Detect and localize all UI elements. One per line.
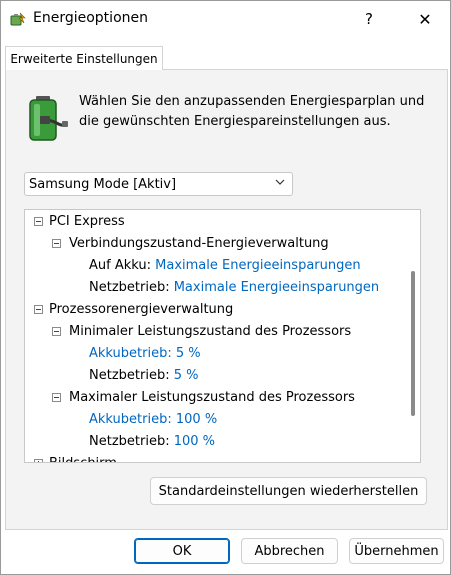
help-button[interactable]: ?: [349, 1, 389, 37]
energy-options-dialog: Energieoptionen ? ✕ Erweiterte Einstellu…: [0, 0, 451, 575]
tree-item-display[interactable]: Bildschirm: [49, 454, 117, 462]
setting-value-link[interactable]: 100 %: [176, 412, 217, 427]
close-button[interactable]: ✕: [405, 1, 445, 37]
setting-label: Akkubetrieb:: [89, 412, 172, 427]
chevron-down-icon: [275, 179, 285, 185]
restore-defaults-button[interactable]: Standardeinstellungen wiederherstellen: [150, 477, 427, 505]
collapse-icon[interactable]: [34, 305, 43, 314]
setting-label: Netzbetrieb:: [89, 280, 170, 295]
collapse-icon[interactable]: [52, 393, 61, 402]
title-bar: Energieoptionen ? ✕: [1, 1, 450, 37]
setting-label: Netzbetrieb:: [89, 434, 170, 449]
tree-item-link-state[interactable]: Verbindungszustand-Energieverwaltung: [69, 234, 329, 254]
setting-label: Auf Akku:: [89, 258, 152, 273]
tab-advanced-settings[interactable]: Erweiterte Einstellungen: [5, 46, 163, 70]
tree-setting-row[interactable]: Auf Akku: Maximale Energieeinsparungen: [89, 256, 361, 276]
setting-value-link[interactable]: Maximale Energieeinsparungen: [174, 280, 379, 295]
power-options-icon: [10, 12, 26, 26]
setting-label: Netzbetrieb:: [89, 368, 170, 383]
setting-value-link[interactable]: 100 %: [174, 434, 215, 449]
ok-button[interactable]: OK: [134, 538, 230, 564]
expand-icon[interactable]: [34, 459, 43, 462]
setting-label: Akkubetrieb:: [89, 346, 172, 361]
power-plan-value: Samsung Mode [Aktiv]: [29, 177, 177, 192]
tree-item-min-state[interactable]: Minimaler Leistungszustand des Prozessor…: [69, 322, 351, 342]
window-title: Energieoptionen: [33, 10, 148, 26]
tree-setting-row[interactable]: Akkubetrieb: 5 %: [89, 344, 201, 364]
collapse-icon[interactable]: [52, 327, 61, 336]
tree-scrollbar[interactable]: [411, 271, 415, 416]
tree-setting-row[interactable]: Netzbetrieb: 100 %: [89, 432, 215, 452]
settings-tree[interactable]: PCI Express Verbindungszustand-Energieve…: [24, 209, 421, 463]
setting-value-link[interactable]: 5 %: [174, 368, 199, 383]
tree-item-pci-express[interactable]: PCI Express: [49, 212, 125, 232]
cancel-button[interactable]: Abbrechen: [241, 538, 338, 564]
collapse-icon[interactable]: [52, 239, 61, 248]
tree-item-max-state[interactable]: Maximaler Leistungszustand des Prozessor…: [69, 388, 355, 408]
collapse-icon[interactable]: [34, 217, 43, 226]
tree-item-processor[interactable]: Prozessorenergieverwaltung: [49, 300, 233, 320]
power-plan-select[interactable]: Samsung Mode [Aktiv]: [24, 172, 293, 196]
apply-button[interactable]: Übernehmen: [349, 538, 444, 564]
battery-plug-icon: [29, 96, 68, 141]
tree-setting-row[interactable]: Akkubetrieb: 100 %: [89, 410, 217, 430]
tree-setting-row[interactable]: Netzbetrieb: 5 %: [89, 366, 198, 386]
intro-text: Wählen Sie den anzupassenden Energiespar…: [79, 94, 425, 129]
setting-value-link[interactable]: 5 %: [176, 346, 201, 361]
tree-setting-row[interactable]: Netzbetrieb: Maximale Energieeinsparunge…: [89, 278, 379, 298]
setting-value-link[interactable]: Maximale Energieeinsparungen: [155, 258, 360, 273]
